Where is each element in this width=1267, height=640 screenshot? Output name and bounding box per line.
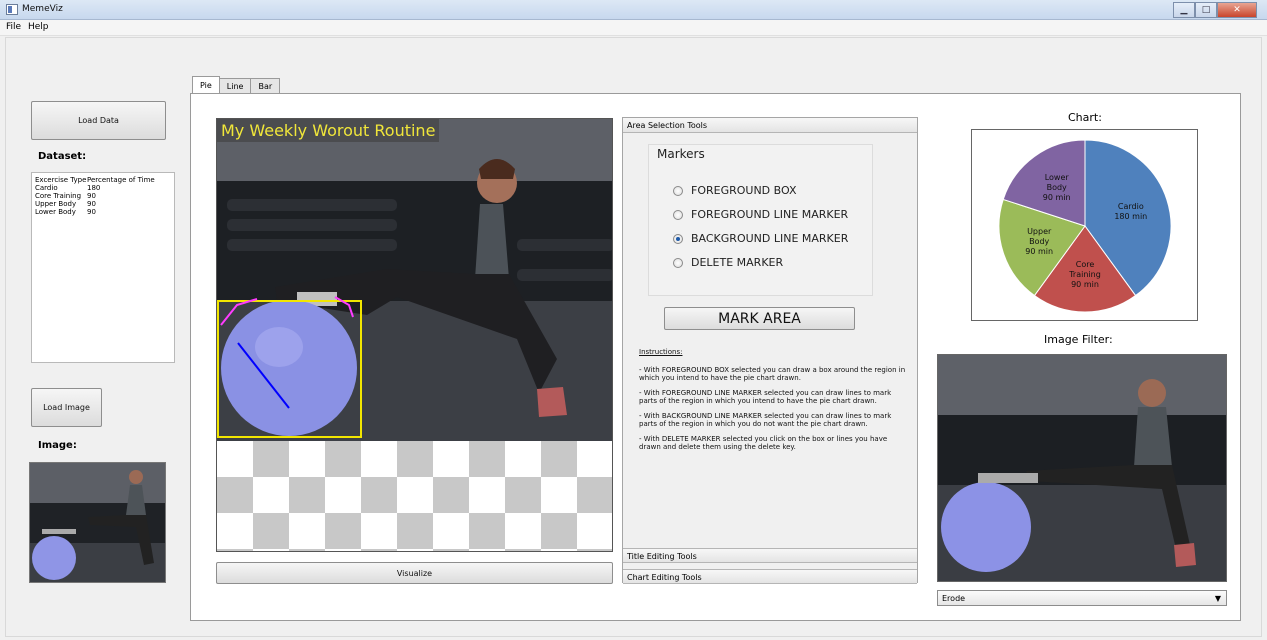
dataset-cell: Upper Body [35,200,77,208]
radio-label: BACKGROUND LINE MARKER [691,232,849,245]
radio-label: FOREGROUND LINE MARKER [691,208,849,221]
window-title: MemeViz [22,4,63,14]
title-editing-tools-header[interactable]: Title Editing Tools [623,548,917,563]
close-button[interactable]: ✕ [1217,2,1257,18]
instruction-text: - With BACKGROUND LINE MARKER selected y… [639,411,892,429]
visualize-button[interactable]: Visualize [216,562,613,584]
table-row: Cardio 180 [35,184,171,192]
dataset-header-row: Excercise Type Percentage of Time [35,176,171,184]
pie-chart: Cardio 180 min Core Training 90 min Upper Body… [971,129,1198,321]
markers-title: Markers [657,147,705,161]
instruction-text: - With DELETE MARKER selected you click … [639,434,888,452]
tab-pie[interactable]: Pie [192,76,220,93]
dataset-cell: 90 [87,192,96,200]
minimize-icon: ▁ [1180,5,1188,15]
menu-help[interactable]: Help [28,22,49,32]
image-label: Image: [38,440,77,451]
radio-icon[interactable] [673,185,683,196]
filtered-photo [938,355,1226,581]
maximize-button[interactable]: □ [1195,2,1217,18]
dataset-label: Dataset: [38,151,87,162]
menu-bar: File Help [0,20,1267,36]
image-filter-label: Image Filter: [1044,333,1113,346]
dataset-cell: Cardio [35,184,58,192]
title-bar: MemeViz ▁ □ ✕ [0,0,1267,20]
table-row: Core Training 90 [35,192,171,200]
instructions-title: Instructions: [639,348,683,356]
instruction-text: - With FOREGROUND LINE MARKER selected y… [639,388,892,406]
radio-icon[interactable] [673,257,683,268]
instructions: Instructions: - With FOREGROUND BOX sele… [639,348,909,458]
dataset-cell: 90 [87,208,96,216]
dataset-cell: Lower Body [35,208,76,216]
radio-icon[interactable] [673,209,683,220]
pie-label-upper-body: Upper Body 90 min [1025,227,1053,256]
image-thumbnail [29,462,166,583]
app-icon [6,4,18,15]
radio-foreground-line-marker[interactable]: FOREGROUND LINE MARKER [673,208,848,221]
dataset-cell: 180 [87,184,101,192]
dataset-cell: Core Training [35,192,82,200]
radio-label: FOREGROUND BOX [691,184,797,197]
radio-delete-marker[interactable]: DELETE MARKER [673,256,783,269]
filtered-image-preview [937,354,1227,582]
meme-title[interactable]: My Weekly Worout Routine [217,119,440,142]
minimize-button[interactable]: ▁ [1173,2,1195,18]
image-filter-value: Erode [942,594,966,603]
markers-group: Markers FOREGROUND BOX FOREGROUND LINE M… [648,144,873,296]
instruction-text: - With FOREGROUND BOX selected you can d… [639,365,906,383]
radio-foreground-box[interactable]: FOREGROUND BOX [673,184,797,197]
chart-label: Chart: [1068,111,1102,124]
maximize-icon: □ [1201,5,1211,15]
dataset-header-percentage: Percentage of Time [87,176,155,184]
tab-line[interactable]: Line [218,78,252,93]
pie-label-cardio: Cardio 180 min [1114,202,1147,221]
meme-canvas[interactable]: My Weekly Worout Routine [216,118,613,552]
pie-label-lower-body: Lower Body 90 min [1043,173,1071,202]
dataset-header-type: Excercise Type [35,176,87,184]
table-row: Upper Body 90 [35,200,171,208]
table-row: Lower Body 90 [35,208,171,216]
dataset-table[interactable]: Excercise Type Percentage of Time Cardio… [31,172,175,363]
radio-background-line-marker[interactable]: BACKGROUND LINE MARKER [673,232,848,245]
tools-accordion: Area Selection Tools Markers FOREGROUND … [622,117,918,584]
pie-chart-svg: Cardio 180 minCore Training 90 minUpper Body… [998,139,1172,313]
transparency-checkerboard [217,441,612,551]
image-filter-select[interactable]: Erode ▼ [937,590,1227,606]
chevron-down-icon[interactable]: ▼ [1215,594,1221,603]
tab-bar[interactable]: Bar [250,78,281,93]
chart-type-tabs: Pie Line Bar [192,76,281,93]
menu-file[interactable]: File [6,22,21,32]
radio-checked-icon[interactable] [673,233,683,244]
chart-editing-tools-header[interactable]: Chart Editing Tools [623,569,917,584]
load-image-button[interactable]: Load Image [31,388,102,427]
thumbnail-photo [30,463,165,582]
window-controls: ▁ □ ✕ [1173,2,1257,18]
radio-label: DELETE MARKER [691,256,784,269]
mark-area-button[interactable]: MARK AREA [664,307,855,330]
load-data-button[interactable]: Load Data [31,101,166,140]
area-selection-tools-header[interactable]: Area Selection Tools [623,118,917,133]
close-icon: ✕ [1233,5,1241,15]
dataset-cell: 90 [87,200,96,208]
